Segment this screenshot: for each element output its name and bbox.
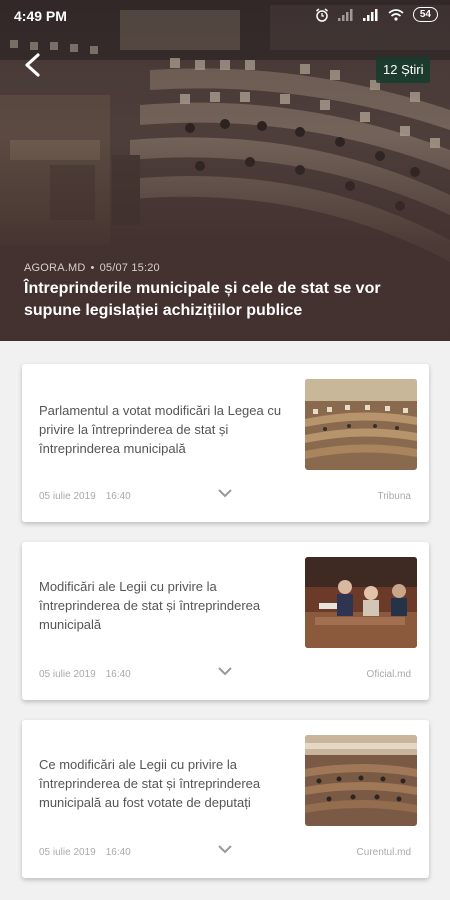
signal-icon [362, 8, 378, 21]
article-source: Tribuna [377, 491, 411, 502]
article-thumbnail[interactable] [305, 557, 417, 648]
chevron-down-icon[interactable] [218, 844, 232, 854]
hero-header: 4:49 PM 54 12 Știri AGORA.MD • 05/07 15:… [0, 0, 450, 341]
article-card[interactable]: Modificări ale Legii cu privire la între… [22, 542, 429, 700]
chevron-down-icon[interactable] [218, 488, 232, 498]
article-date-day: 05 iulie 2019 [39, 491, 96, 502]
back-arrow-icon[interactable] [18, 50, 48, 80]
article-source: Curentul.md [356, 847, 411, 858]
hero-title: Întreprinderile municipale și cele de st… [24, 280, 381, 319]
meta-separator: • [90, 262, 95, 274]
hero-datetime: 05/07 15:20 [99, 262, 160, 274]
article-date-day: 05 iulie 2019 [39, 669, 96, 680]
battery-indicator: 54 [412, 7, 438, 22]
hero-source: AGORA.MD [24, 262, 86, 274]
status-time: 4:49 PM [14, 8, 67, 24]
article-title[interactable]: Parlamentul a votat modificări la Legea … [39, 401, 289, 458]
article-time: 16:40 [105, 847, 131, 858]
article-source: Oficial.md [366, 669, 411, 680]
alarm-icon [315, 7, 328, 22]
article-title[interactable]: Ce modificări ale Legii cu privire la în… [39, 755, 289, 812]
article-time: 16:40 [105, 669, 131, 680]
article-thumbnail[interactable] [305, 735, 417, 826]
news-count-badge[interactable]: 12 Știri [376, 57, 431, 83]
article-title[interactable]: Modificări ale Legii cu privire la între… [39, 577, 289, 634]
status-bar: 4:49 PM 54 [0, 0, 450, 32]
wifi-icon [388, 8, 404, 21]
signal-icon [337, 8, 353, 21]
article-card[interactable]: Ce modificări ale Legii cu privire la în… [22, 720, 429, 878]
article-date: 05 iulie 2019 16:40 [39, 669, 131, 680]
hero-meta: AGORA.MD • 05/07 15:20 [24, 262, 160, 274]
article-time: 16:40 [105, 491, 131, 502]
article-card[interactable]: Parlamentul a votat modificări la Legea … [22, 364, 429, 522]
article-thumbnail[interactable] [305, 379, 417, 470]
status-icons: 54 [315, 7, 438, 22]
article-date: 05 iulie 2019 16:40 [39, 847, 131, 858]
chevron-down-icon[interactable] [218, 666, 232, 676]
article-date: 05 iulie 2019 16:40 [39, 491, 131, 502]
article-date-day: 05 iulie 2019 [39, 847, 96, 858]
